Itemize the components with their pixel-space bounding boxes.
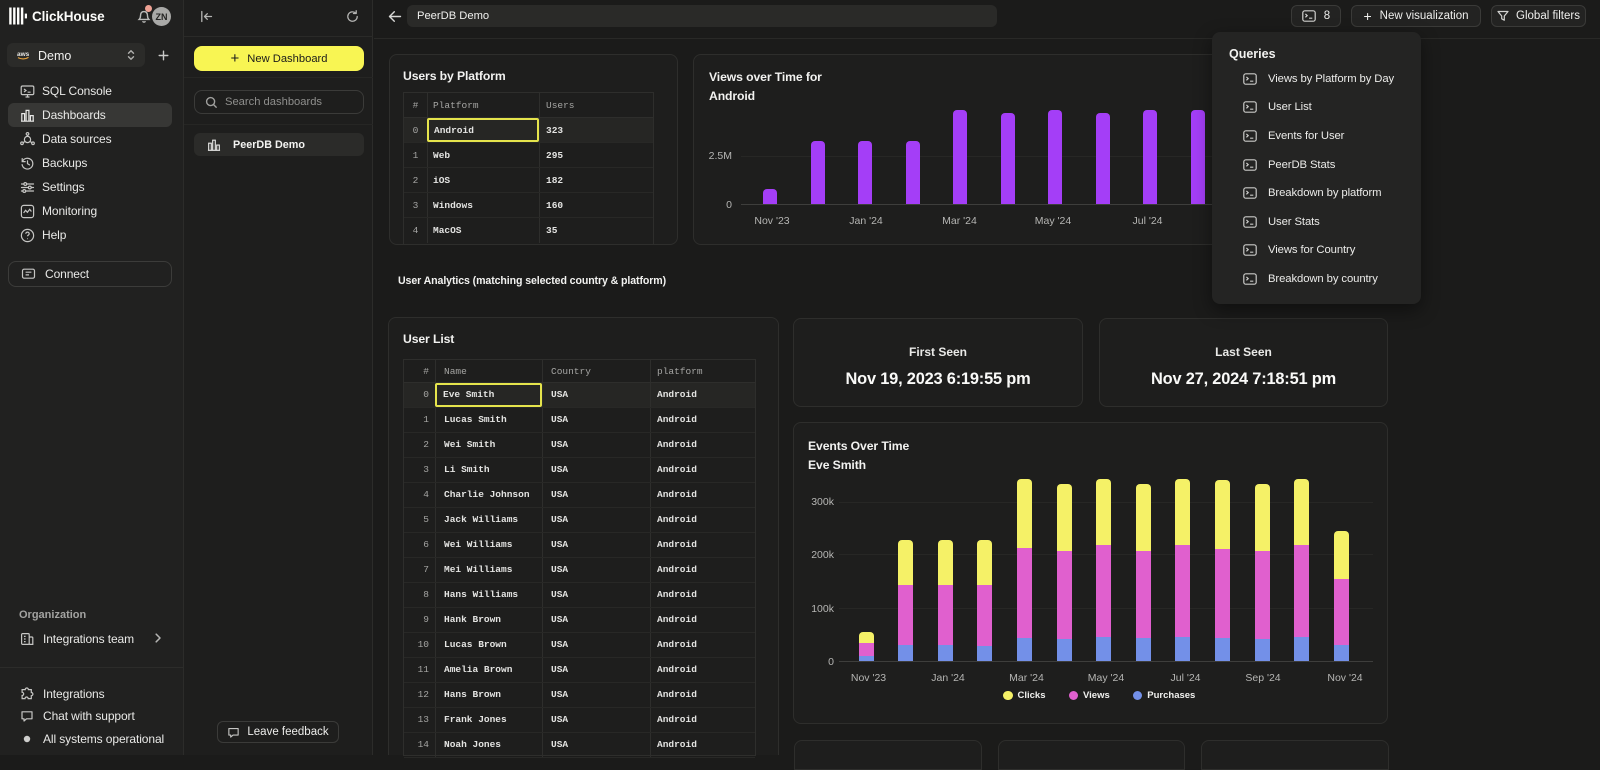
svg-text:aws: aws bbox=[17, 51, 30, 58]
